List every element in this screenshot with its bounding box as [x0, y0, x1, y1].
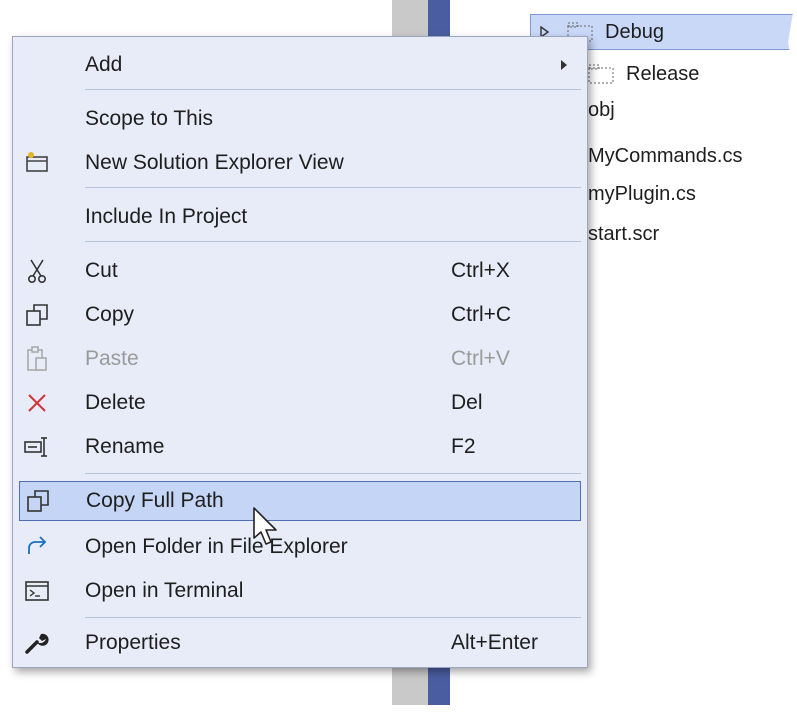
menu-item-label: New Solution Explorer View: [85, 151, 344, 174]
menu-item-shortcut: F2: [451, 435, 476, 458]
menu-item-label: Cut: [85, 259, 118, 282]
menu-item-shortcut: Ctrl+X: [451, 259, 510, 282]
menu-item-new-solution-explorer-view[interactable]: New Solution Explorer View: [19, 143, 581, 183]
paste-icon: [23, 345, 51, 373]
menu-item-copy[interactable]: Copy Ctrl+C: [19, 295, 581, 335]
menu-item-label: Copy Full Path: [86, 489, 224, 512]
scissors-icon: [23, 257, 51, 285]
menu-item-label: Paste: [85, 347, 139, 370]
menu-item-label: Copy: [85, 303, 135, 326]
menu-item-label: Scope to This: [85, 107, 214, 130]
menu-item-label: Add: [85, 53, 123, 76]
menu-item-label: Include In Project: [85, 205, 248, 228]
menu-item-include-in-project[interactable]: Include In Project: [19, 197, 581, 237]
tree-item-label: MyCommands.cs: [588, 144, 743, 167]
tree-item-myplugin[interactable]: myPlugin.cs: [588, 176, 696, 212]
menu-separator: [85, 617, 581, 618]
mouse-pointer-icon: [253, 507, 277, 545]
submenu-arrow-icon: [561, 60, 567, 70]
menu-item-label: Open Folder in File Explorer: [85, 535, 348, 558]
copy-icon: [23, 301, 51, 329]
menu-item-cut[interactable]: Cut Ctrl+X: [19, 251, 581, 291]
menu-separator: [85, 187, 581, 188]
tree-item-label: Release: [626, 62, 700, 85]
wrench-icon: [23, 629, 51, 657]
delete-x-icon: [23, 389, 51, 417]
menu-separator: [85, 473, 581, 474]
redirect-arrow-icon: [23, 533, 51, 561]
menu-item-label: Properties: [85, 631, 181, 654]
menu-item-rename[interactable]: Rename F2: [19, 427, 581, 467]
terminal-icon: [23, 577, 51, 605]
context-menu: Add Scope to This New Solution Explorer …: [12, 36, 588, 668]
new-view-icon: [23, 149, 51, 177]
tree-item-mycommands[interactable]: MyCommands.cs: [588, 138, 742, 174]
tree-item-obj[interactable]: obj: [588, 92, 615, 128]
menu-item-open-in-terminal[interactable]: Open in Terminal: [19, 571, 581, 611]
tree-item-release[interactable]: Release: [588, 56, 699, 92]
rename-icon: [23, 433, 51, 461]
folder-icon: [588, 64, 614, 84]
menu-item-shortcut: Alt+Enter: [451, 631, 538, 654]
menu-separator: [85, 89, 581, 90]
menu-item-shortcut: Ctrl+C: [451, 303, 512, 326]
menu-item-add[interactable]: Add: [19, 45, 581, 85]
menu-item-properties[interactable]: Properties Alt+Enter: [19, 623, 581, 663]
copy-icon: [24, 487, 52, 515]
menu-item-paste[interactable]: Paste Ctrl+V: [19, 339, 581, 379]
tree-item-label: obj: [588, 98, 615, 121]
menu-item-delete[interactable]: Delete Del: [19, 383, 581, 423]
menu-item-copy-full-path[interactable]: Copy Full Path: [19, 481, 581, 521]
menu-item-label: Open in Terminal: [85, 579, 244, 602]
menu-item-shortcut: Ctrl+V: [451, 347, 510, 370]
tree-item-start[interactable]: start.scr: [588, 216, 659, 252]
menu-item-label: Rename: [85, 435, 165, 458]
menu-separator: [85, 241, 581, 242]
tree-item-label: start.scr: [588, 222, 660, 245]
menu-item-scope-to-this[interactable]: Scope to This: [19, 99, 581, 139]
menu-item-open-folder-in-file-explorer[interactable]: Open Folder in File Explorer: [19, 527, 581, 567]
menu-item-shortcut: Del: [451, 391, 483, 414]
tree-item-label: Debug: [605, 20, 664, 43]
tree-item-label: myPlugin.cs: [588, 182, 696, 205]
menu-item-label: Delete: [85, 391, 146, 414]
